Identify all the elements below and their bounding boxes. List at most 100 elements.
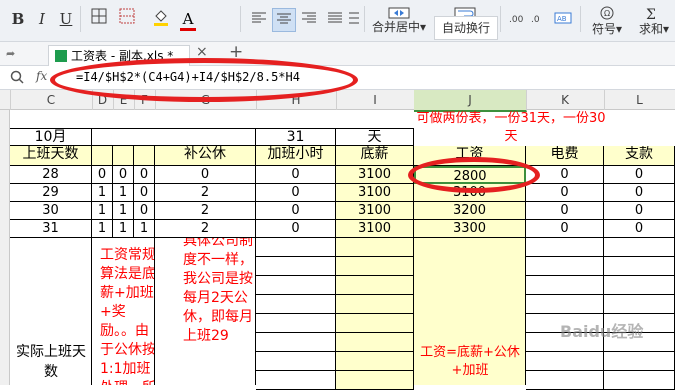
empty-cell[interactable] — [256, 371, 336, 390]
empty-cell[interactable] — [256, 276, 336, 295]
empty-cell[interactable] — [256, 352, 336, 371]
cell-d[interactable]: 0 — [92, 166, 113, 184]
symbol-icon[interactable]: Ω — [596, 4, 618, 20]
cell-i[interactable]: 3100 — [336, 202, 414, 220]
cell-c[interactable]: 29 — [10, 184, 92, 202]
cell-i[interactable]: 3100 — [336, 184, 414, 202]
empty-cell[interactable] — [336, 238, 414, 257]
header-payout[interactable]: 支款 — [604, 146, 675, 166]
cell-i[interactable]: 3100 — [336, 220, 414, 238]
empty-cell[interactable] — [336, 295, 414, 314]
month-cell[interactable]: 10月 — [10, 128, 92, 146]
cell-g[interactable]: 2 — [155, 202, 256, 220]
empty-cell[interactable] — [336, 352, 414, 371]
cell-l[interactable]: 0 — [604, 202, 675, 220]
cell-g[interactable]: 2 — [155, 220, 256, 238]
empty-cell[interactable] — [604, 238, 675, 257]
cell-l[interactable]: 0 — [604, 184, 675, 202]
cell-style-icon[interactable] — [112, 8, 142, 30]
header-work-days[interactable]: 上班天数 — [10, 146, 92, 166]
cell-g[interactable]: 2 — [155, 184, 256, 202]
header-comp-rest[interactable]: 补公休 — [155, 146, 256, 166]
align-right-icon[interactable] — [298, 8, 320, 30]
align-left-icon[interactable] — [248, 8, 270, 30]
empty-cell[interactable] — [256, 314, 336, 333]
header-overtime-hours[interactable]: 加班小时 — [256, 146, 336, 166]
cell-k[interactable]: 0 — [526, 184, 604, 202]
cell-f[interactable]: 0 — [134, 166, 155, 184]
fx-icon[interactable]: fx — [36, 69, 47, 83]
empty-cell[interactable] — [604, 295, 675, 314]
increase-decimal-icon[interactable]: .0 — [528, 8, 548, 30]
cell-l[interactable]: 0 — [604, 166, 675, 184]
cell-f[interactable]: 1 — [134, 220, 155, 238]
empty-cell[interactable] — [336, 257, 414, 276]
search-icon[interactable] — [10, 70, 24, 87]
column-header-i[interactable]: I — [336, 90, 415, 110]
empty-cell[interactable] — [92, 128, 256, 146]
align-center-icon[interactable] — [272, 8, 296, 32]
empty-cell[interactable] — [526, 295, 604, 314]
empty-cell[interactable] — [526, 371, 604, 390]
fill-color-icon[interactable] — [146, 8, 176, 30]
merge-center-button[interactable]: 合并居中▾ — [366, 16, 432, 38]
bold-button[interactable]: B — [8, 8, 28, 30]
empty-cell[interactable] — [526, 238, 604, 257]
empty-cell[interactable] — [526, 257, 604, 276]
cell-d[interactable]: 1 — [92, 220, 113, 238]
cell-i[interactable]: 3100 — [336, 166, 414, 184]
cell-e[interactable]: 1 — [113, 202, 134, 220]
italic-button[interactable]: I — [32, 8, 52, 30]
cell-l[interactable]: 0 — [604, 220, 675, 238]
column-header-l[interactable]: L — [604, 90, 675, 110]
header-empty[interactable] — [134, 146, 155, 166]
number-format-icon[interactable]: AB — [552, 8, 574, 30]
company-rule-cell[interactable]: 具体公司制度不一样，我公司是按每月2天公休，即每月上班29 — [155, 238, 256, 385]
wage-rule-cell[interactable]: 工资常规算法是底薪+加班+奖励。。由于公休按1:1加班处理，所 — [92, 238, 155, 385]
empty-cell[interactable] — [336, 314, 414, 333]
cell-d[interactable]: 1 — [92, 184, 113, 202]
cell-c[interactable]: 31 — [10, 220, 92, 238]
justify-icon[interactable] — [324, 8, 346, 30]
header-base-salary[interactable]: 底薪 — [336, 146, 414, 166]
cell-c[interactable]: 30 — [10, 202, 92, 220]
empty-cell[interactable] — [526, 276, 604, 295]
empty-cell[interactable] — [604, 371, 675, 390]
distribute-icon[interactable] — [346, 8, 362, 30]
cell-h[interactable]: 0 — [256, 220, 336, 238]
sum-button[interactable]: 求和▾ — [636, 18, 672, 40]
empty-cell[interactable] — [336, 371, 414, 390]
empty-cell[interactable] — [336, 333, 414, 352]
cell-k[interactable]: 0 — [526, 220, 604, 238]
cell-d[interactable]: 1 — [92, 202, 113, 220]
symbol-button[interactable]: 符号▾ — [590, 18, 624, 40]
empty-cell[interactable] — [256, 257, 336, 276]
column-header-j[interactable]: J — [414, 90, 527, 112]
days-number-cell[interactable]: 31 — [256, 128, 336, 146]
actual-days-cell[interactable]: 实际上班天数 — [10, 238, 92, 385]
wage-formula-cell[interactable]: 工资=底薪+公休+加班 — [414, 238, 526, 385]
cell-j[interactable]: 3200 — [414, 202, 526, 220]
cell-g[interactable]: 0 — [155, 166, 256, 184]
border-icon[interactable] — [84, 8, 114, 30]
header-empty[interactable] — [92, 146, 113, 166]
header-empty[interactable] — [113, 146, 134, 166]
underline-button[interactable]: U — [56, 8, 76, 30]
back-arrow-icon[interactable]: ➦ — [6, 47, 15, 60]
empty-cell[interactable] — [604, 352, 675, 371]
empty-cell[interactable] — [526, 352, 604, 371]
empty-cell[interactable] — [256, 295, 336, 314]
days-unit-cell[interactable]: 天 — [336, 128, 414, 146]
cell-f[interactable]: 0 — [134, 202, 155, 220]
cell-h[interactable]: 0 — [256, 184, 336, 202]
cell-h[interactable]: 0 — [256, 166, 336, 184]
cell-f[interactable]: 0 — [134, 184, 155, 202]
cell-e[interactable]: 0 — [113, 166, 134, 184]
sum-icon[interactable]: Σ — [640, 4, 662, 23]
empty-cell[interactable] — [336, 276, 414, 295]
empty-cell[interactable] — [256, 333, 336, 352]
column-header-k[interactable]: K — [526, 90, 605, 110]
empty-cell[interactable] — [256, 238, 336, 257]
wrap-text-button[interactable]: 自动换行 — [434, 16, 498, 40]
empty-cell[interactable] — [604, 276, 675, 295]
